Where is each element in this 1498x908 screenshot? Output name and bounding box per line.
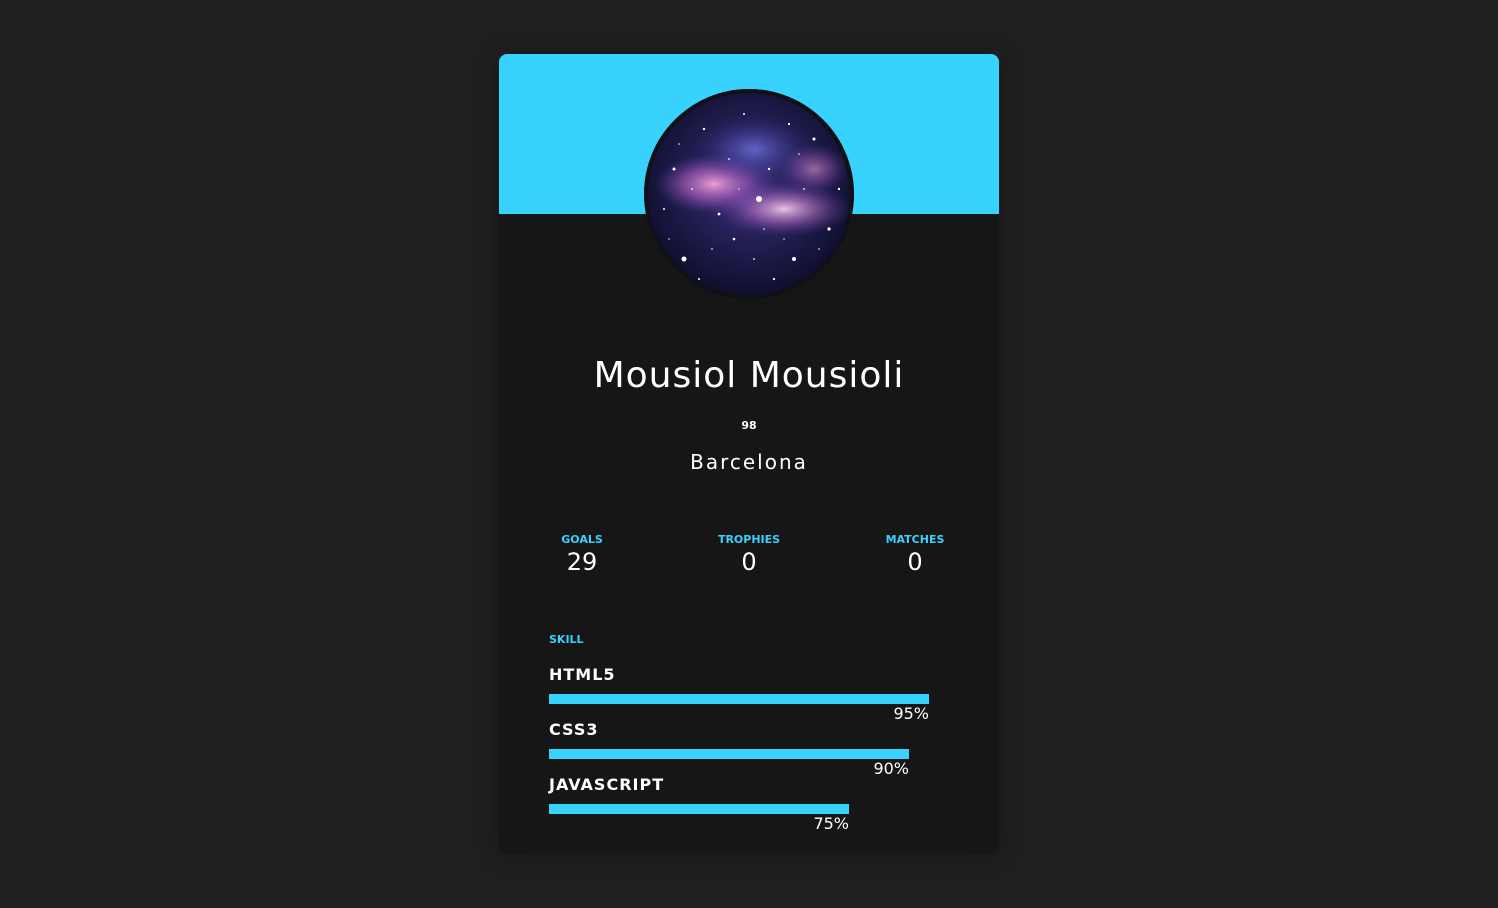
skills-title: SKILL <box>549 633 584 646</box>
stat-label: MATCHES <box>885 533 945 546</box>
avatar <box>644 89 854 299</box>
player-name: Mousiol Mousioli <box>593 355 905 396</box>
skill-name: HTML5 <box>549 665 616 684</box>
skill-javascript: JAVASCRIPT 75% <box>549 774 929 833</box>
profile-card: Mousiol Mousioli 98 Barcelona GOALS 29 T… <box>499 54 999 854</box>
skill-bar <box>549 694 929 704</box>
skill-name: CSS3 <box>549 720 599 739</box>
skill-bar <box>549 804 849 814</box>
skill-name: JAVASCRIPT <box>549 775 665 794</box>
stat-trophies: TROPHIES 0 <box>689 532 809 576</box>
stat-value: 29 <box>566 548 598 576</box>
stat-label: GOALS <box>561 533 603 546</box>
skill-html5: HTML5 95% <box>549 664 929 723</box>
skill-bar <box>549 749 909 759</box>
player-rating: 98 <box>741 419 757 432</box>
stat-value: 0 <box>741 548 757 576</box>
player-team: Barcelona <box>690 450 808 474</box>
stat-matches: MATCHES 0 <box>855 532 975 576</box>
stat-goals: GOALS 29 <box>522 532 642 576</box>
skill-percent: 75% <box>813 814 849 833</box>
stat-value: 0 <box>907 548 923 576</box>
galaxy-avatar-icon <box>644 89 854 299</box>
skill-css3: CSS3 90% <box>549 719 929 778</box>
stat-label: TROPHIES <box>717 533 781 546</box>
